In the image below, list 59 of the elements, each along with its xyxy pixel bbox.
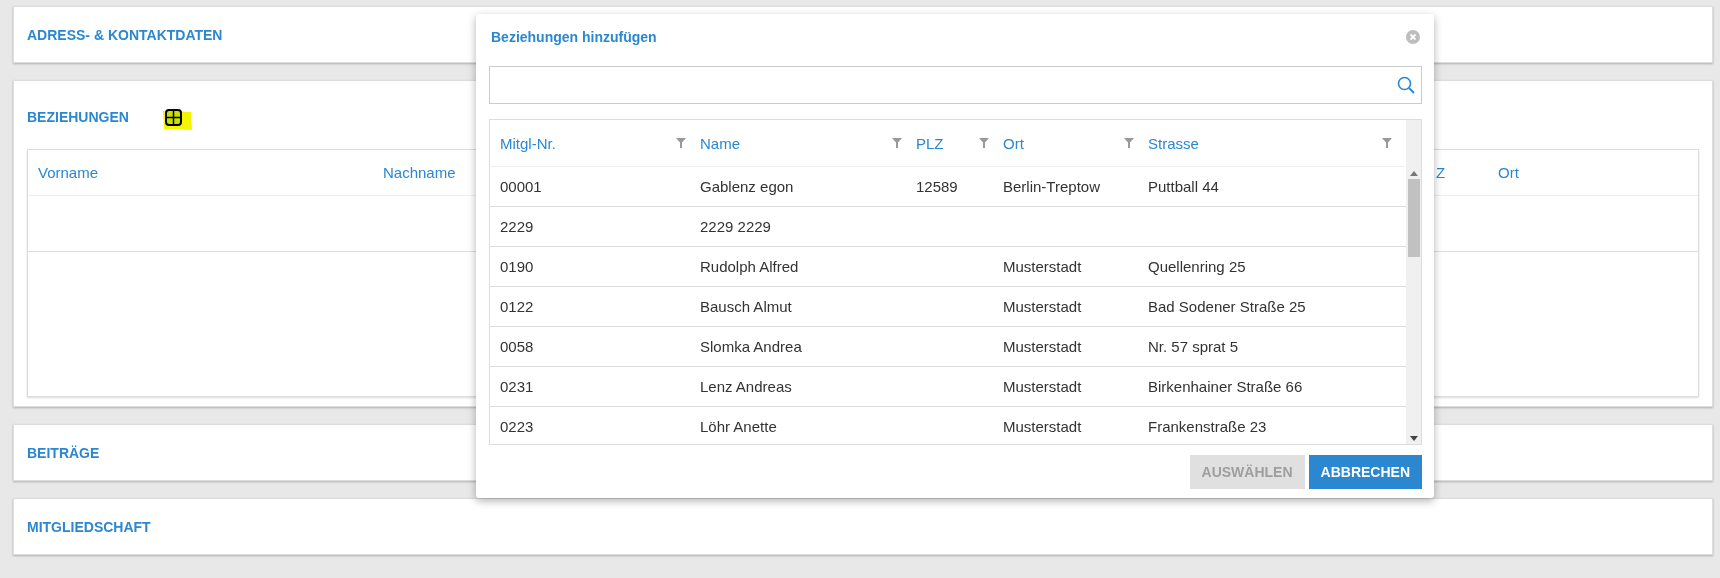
table-cell: Nr. 57 sprat 5 <box>1148 338 1239 355</box>
filter-icon[interactable] <box>1124 138 1134 148</box>
table-cell: 0231 <box>500 378 534 395</box>
table-cell: Musterstadt <box>1003 378 1082 395</box>
table-cell: Slomka Andrea <box>700 338 802 355</box>
table-cell: Musterstadt <box>1003 258 1082 275</box>
table-row[interactable]: 0122 Bausch Almut Musterstadt Bad Sodener Straße 25 <box>490 287 1406 327</box>
table-cell: Puttball 44 <box>1148 178 1219 195</box>
dialog-button[interactable]: ABBRECHEN <box>1308 455 1422 489</box>
section-title[interactable]: BEZIEHUNGEN <box>27 108 129 125</box>
search-icon[interactable] <box>1397 76 1415 94</box>
table-cell: 12589 <box>916 178 958 195</box>
table-row[interactable]: 0190 Rudolph Alfred Musterstadt Quellenring 25 <box>490 247 1406 287</box>
table-cell: 0190 <box>500 258 534 275</box>
table-cell: 0058 <box>500 338 534 355</box>
table-cell: Berlin-Treptow <box>1003 178 1100 195</box>
table-cell: 00001 <box>500 178 542 195</box>
column-header[interactable]: Strasse <box>1148 134 1199 152</box>
table-cell: 2229 2229 <box>700 218 771 235</box>
table-cell: Gablenz egon <box>700 178 794 195</box>
column-header[interactable]: Z <box>1436 164 1498 181</box>
table-cell: Quellenring 25 <box>1148 258 1246 275</box>
table-cell: 2229 <box>500 218 534 235</box>
table-cell: Musterstadt <box>1003 298 1082 315</box>
table-cell: Musterstadt <box>1003 338 1082 355</box>
column-header[interactable]: Name <box>700 134 740 152</box>
table-cell: 0122 <box>500 298 534 315</box>
close-icon[interactable] <box>1406 30 1420 44</box>
table-cell: 0223 <box>500 418 534 435</box>
scroll-down-icon[interactable] <box>1409 436 1418 441</box>
dialog-title: Beziehungen hinzufügen <box>491 29 657 45</box>
scrollbar-thumb[interactable] <box>1407 179 1420 257</box>
table-row[interactable]: 0058 Slomka Andrea Musterstadt Nr. 57 sprat 5 <box>490 327 1406 367</box>
table-cell: Löhr Anette <box>700 418 777 435</box>
filter-icon[interactable] <box>1382 138 1392 148</box>
filter-icon[interactable] <box>892 138 902 148</box>
table-row[interactable]: 00001 Gablenz egon 12589 Berlin-Treptow Puttball 44 <box>490 167 1406 207</box>
table-cell: Rudolph Alfred <box>700 258 799 275</box>
section-title[interactable]: ADRESS- & KONTAKTDATEN <box>27 26 223 43</box>
column-header[interactable]: PLZ <box>916 134 944 152</box>
table-row[interactable]: 2229 2229 2229 <box>490 207 1406 247</box>
column-header[interactable]: Vorname <box>38 164 383 181</box>
table-cell: Musterstadt <box>1003 418 1082 435</box>
column-header[interactable]: Ort <box>1003 134 1024 152</box>
table-cell: Frankenstraße 23 <box>1148 418 1267 435</box>
filter-icon[interactable] <box>979 138 989 148</box>
scroll-up-icon[interactable] <box>1409 171 1418 176</box>
table-row[interactable]: 0231 Lenz Andreas Musterstadt Birkenhainer Straße 66 <box>490 367 1406 407</box>
section-title[interactable]: BEITRÄGE <box>27 444 100 461</box>
column-header[interactable]: Mitgl-Nr. <box>500 134 556 152</box>
table-cell: Lenz Andreas <box>700 378 792 395</box>
column-header[interactable]: Ort <box>1498 164 1698 181</box>
table-cell: Birkenhainer Straße 66 <box>1148 378 1303 395</box>
search-field[interactable] <box>489 66 1422 104</box>
table-cell: Bad Sodener Straße 25 <box>1148 298 1306 315</box>
table-cell: Bausch Almut <box>700 298 792 315</box>
scrollbar[interactable] <box>1406 120 1421 444</box>
filter-icon[interactable] <box>676 138 686 148</box>
section-title[interactable]: MITGLIEDSCHAFT <box>27 518 151 535</box>
